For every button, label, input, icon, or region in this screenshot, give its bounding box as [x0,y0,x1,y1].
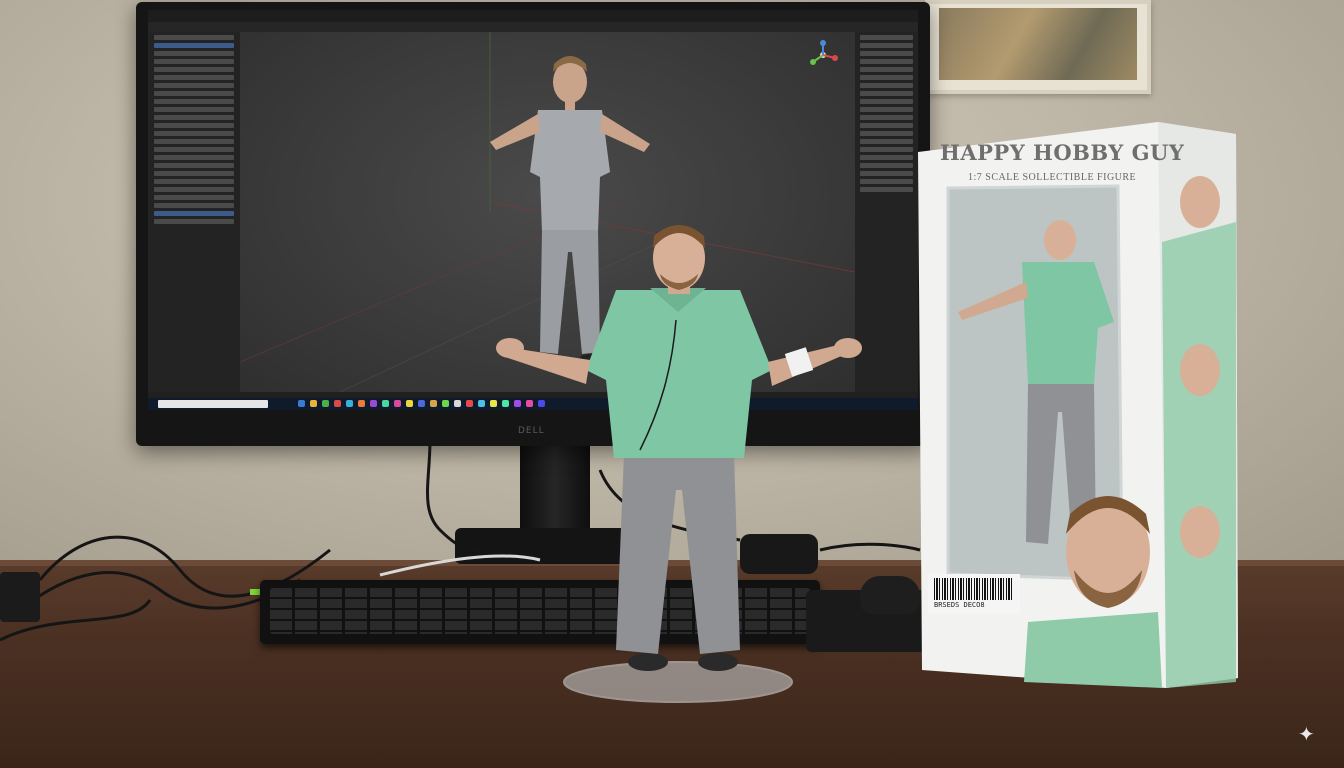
barcode-bars [934,578,1014,600]
taskbar-app-icon[interactable] [346,400,353,407]
app-toolbar [148,22,918,32]
taskbar-app-icon[interactable] [454,400,461,407]
taskbar-app-icon[interactable] [310,400,317,407]
taskbar-search-input[interactable] [158,400,268,408]
taskbar-app-icon[interactable] [358,400,365,407]
taskbar-app-icon[interactable] [466,400,473,407]
package-subtitle: 1:7 SCALE SOLLECTIBLE FIGURE [968,172,1137,183]
sparkle-icon: ✦ [1298,722,1315,746]
taskbar-app-icon[interactable] [322,400,329,407]
taskbar-app-icon[interactable] [394,400,401,407]
framed-art [939,8,1137,80]
taskbar-app-icon[interactable] [382,400,389,407]
navigation-gizmo-icon[interactable] [808,40,838,70]
app-menubar [148,10,918,22]
collectible-figure [496,225,862,703]
package-barcode: BRSEDS DECO8 [928,574,1020,614]
taskbar-app-icon[interactable] [478,400,485,407]
usb-hub [0,572,40,622]
scene-outliner-panel [148,32,240,392]
taskbar-app-icon[interactable] [370,400,377,407]
package-title: HAPPY HOBBY GUY [940,140,1185,165]
taskbar-app-icon[interactable] [406,400,413,407]
barcode-number: BRSEDS DECO8 [934,601,985,609]
taskbar-app-icon[interactable] [298,400,305,407]
taskbar-app-icon[interactable] [442,400,449,407]
taskbar-app-icon[interactable] [430,400,437,407]
taskbar-app-icon[interactable] [334,400,341,407]
wall-picture-frame [925,0,1151,94]
taskbar-app-icon[interactable] [418,400,425,407]
